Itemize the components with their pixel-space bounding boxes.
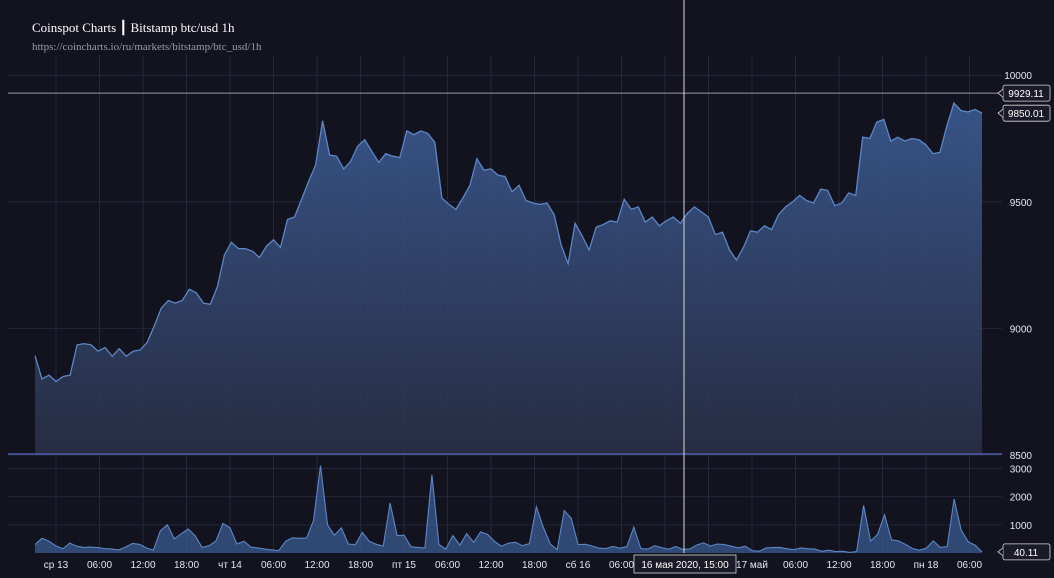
last-volume-tag: 40.11 [997,543,1051,561]
x-tick-label: 12:00 [304,560,329,571]
volume-tick-label: 1000 [1010,521,1033,532]
y-tick-label: 8500 [1010,451,1033,462]
current-price-tag: 9929.11 [997,84,1051,102]
x-tick-label: 18:00 [174,560,199,571]
x-tick-label: чт 14 [218,560,242,571]
x-tick-label: пт 15 [392,560,416,571]
crosshair-date-text: 16 мая 2020, 15:00 [641,560,729,571]
x-tick-label: 06:00 [87,560,112,571]
x-tick-label: 06:00 [261,560,286,571]
price-series [8,101,1002,455]
y-tick-label: 9000 [1010,324,1033,335]
x-tick-label: 18:00 [870,560,895,571]
last-volume-tag-text: 40.11 [1014,548,1039,559]
x-tick-label: 06:00 [783,560,808,571]
last-price-tag-pointer [997,108,1004,118]
x-tick-label: 06:00 [957,560,982,571]
volume-tick-label: 2000 [1010,493,1033,504]
price-volume-chart[interactable]: ср 13 06:00 12:00 18:00 чт 14 06:00 12:00 18:00… [0,0,1054,578]
volume-series [34,465,983,553]
x-tick-label: ср 13 [44,560,69,571]
x-tick-label: 12:00 [130,560,155,571]
current-price-tag-pointer [997,88,1004,98]
x-tick-label: 18:00 [522,560,547,571]
last-volume-tag-pointer [997,547,1004,557]
current-price-tag-text: 9929.11 [1008,89,1044,100]
last-price-tag-text: 9850.01 [1008,109,1045,120]
volume-tick-label: 3000 [1010,464,1033,475]
y-tick-label: 10000 [1004,71,1032,82]
price-area [35,103,982,455]
x-tick-label: 12:00 [478,560,503,571]
volume-area [35,465,982,553]
last-price-tag: 9850.01 [997,104,1051,122]
x-tick-label: пн 18 [914,560,939,571]
x-tick-label: 06:00 [435,560,460,571]
x-tick-label: 12:00 [826,560,851,571]
crosshair-date-tag: 16 мая 2020, 15:00 [633,554,737,574]
x-tick-label: сб 16 [566,559,591,571]
y-tick-label: 9500 [1010,198,1033,209]
x-tick-label: 18:00 [348,560,373,571]
x-tick-label: 17 май [736,560,768,571]
x-tick-label: 06:00 [609,560,634,571]
